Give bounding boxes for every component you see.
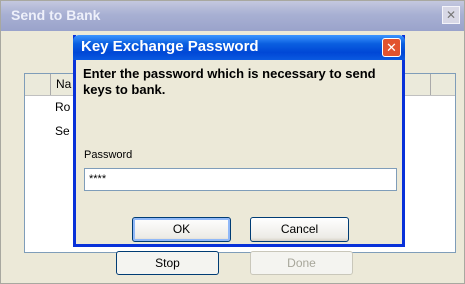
send-to-bank-titlebar[interactable]: Send to Bank ✕	[1, 1, 464, 31]
password-input[interactable]: ****	[84, 168, 397, 191]
stop-button[interactable]: Stop	[116, 251, 219, 275]
send-to-bank-title: Send to Bank	[11, 7, 101, 23]
list-item[interactable]: Ro	[55, 100, 70, 114]
list-column-checkbox[interactable]	[25, 74, 51, 95]
password-label: Password	[84, 149, 133, 161]
dialog-close-button[interactable]: ✕	[382, 38, 401, 57]
close-icon: ✕	[386, 40, 397, 55]
list-item[interactable]: Se	[55, 124, 70, 138]
cancel-button[interactable]: Cancel	[250, 217, 349, 242]
dialog-title: Key Exchange Password	[81, 38, 259, 55]
dialog-message: Enter the password which is necessary to…	[83, 66, 376, 97]
background-close-button[interactable]: ✕	[442, 6, 460, 24]
close-icon: ✕	[445, 8, 457, 22]
ok-button[interactable]: OK	[132, 217, 231, 242]
done-button: Done	[250, 251, 353, 275]
key-exchange-password-dialog: Key Exchange Password ✕ Enter the passwo…	[73, 35, 405, 247]
dialog-titlebar[interactable]: Key Exchange Password ✕	[73, 35, 405, 60]
